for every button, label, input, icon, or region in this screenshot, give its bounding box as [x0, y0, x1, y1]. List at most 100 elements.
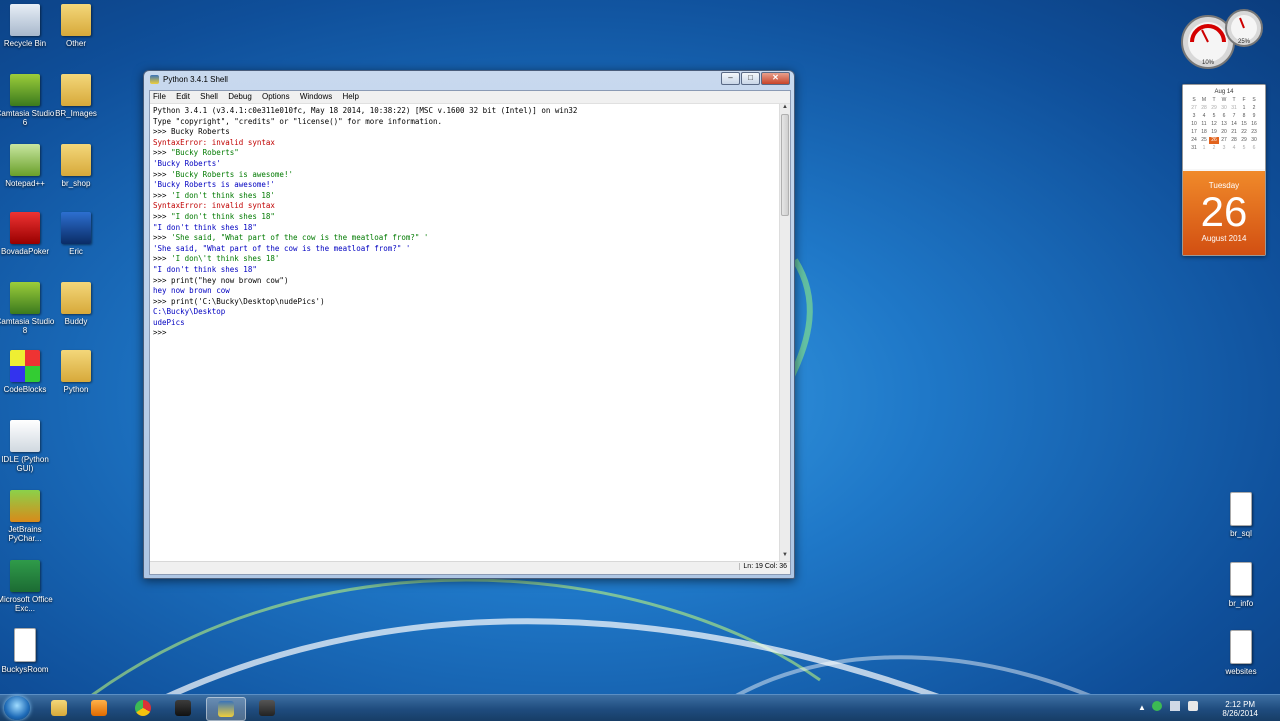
calendar-day[interactable]: 2 — [1249, 105, 1259, 112]
clock-time: 2:12 PM — [1225, 700, 1256, 709]
desktop-icon[interactable]: Eric — [46, 212, 106, 256]
network-icon[interactable] — [1170, 701, 1180, 711]
desktop-icon[interactable]: BuckysRoom — [0, 628, 55, 674]
desktop-icon[interactable]: br_shop — [46, 144, 106, 188]
shell-line: 'Bucky Roberts is awesome!' — [153, 180, 275, 190]
calendar-day[interactable]: 30 — [1219, 105, 1229, 112]
menu-help[interactable]: Help — [343, 92, 359, 101]
calendar-day[interactable]: 10 — [1189, 121, 1199, 128]
calendar-day[interactable]: 18 — [1199, 129, 1209, 136]
maximize-button[interactable]: □ — [741, 72, 760, 85]
desktop-icon[interactable]: br_sql — [1211, 492, 1271, 538]
calendar-day[interactable]: 8 — [1239, 113, 1249, 120]
shell-text-area[interactable]: Python 3.4.1 (v3.4.1:c0e311e010fc, May 1… — [150, 104, 779, 561]
calendar-today-panel[interactable]: Tuesday 26 August 2014 — [1183, 171, 1265, 255]
vertical-scrollbar[interactable]: ▲ ▼ — [779, 104, 790, 561]
calendar-day[interactable]: 25 — [1199, 137, 1209, 144]
desktop-icon[interactable]: Microsoft Office Exc... — [0, 560, 55, 613]
calendar-day[interactable]: 22 — [1239, 129, 1249, 136]
calendar-weekday: T — [1212, 97, 1216, 103]
calendar-day[interactable]: 26 — [1209, 137, 1219, 144]
desktop-icon[interactable]: websites — [1211, 630, 1271, 676]
desktop-icon-label: Buddy — [64, 317, 88, 326]
calendar-grid[interactable]: S M T W T F S 27 28 29 30 31 1 2 3 4 5 6 7 8 9 10 11 12 13 14 15 16… — [1183, 97, 1265, 152]
menu-debug[interactable]: Debug — [228, 92, 252, 101]
desktop-icon-label: Eric — [69, 247, 83, 256]
calendar-day[interactable]: 12 — [1209, 121, 1219, 128]
taskbar-idle[interactable] — [248, 697, 286, 719]
folder-icon — [61, 4, 91, 36]
desktop-icon[interactable]: Buddy — [46, 282, 106, 326]
calendar-day[interactable]: 1 — [1199, 145, 1209, 152]
desktop-icon[interactable]: Python — [46, 350, 106, 394]
start-button[interactable] — [4, 696, 30, 720]
calendar-day[interactable]: 3 — [1219, 145, 1229, 152]
calendar-day[interactable]: 7 — [1229, 113, 1239, 120]
calendar-day[interactable]: 3 — [1189, 113, 1199, 120]
shell-line: C:\Bucky\Desktop — [153, 307, 226, 317]
calendar-day[interactable]: 28 — [1199, 105, 1209, 112]
tray-app-icon[interactable] — [1152, 701, 1162, 711]
window-title: Python 3.4.1 Shell — [163, 75, 228, 84]
calendar-day[interactable]: 1 — [1239, 105, 1249, 112]
calendar-day[interactable]: 11 — [1199, 121, 1209, 128]
menu-shell[interactable]: Shell — [200, 92, 218, 101]
calendar-day[interactable]: 15 — [1239, 121, 1249, 128]
calendar-day[interactable]: 13 — [1219, 121, 1229, 128]
desktop-icon-label: br_sql — [1230, 529, 1252, 538]
media-player-icon — [91, 700, 107, 716]
calendar-day[interactable]: 21 — [1229, 129, 1239, 136]
calendar-day[interactable]: 24 — [1189, 137, 1199, 144]
volume-icon[interactable] — [1188, 701, 1198, 711]
desktop-icon[interactable]: BR_Images — [46, 74, 106, 118]
calendar-day[interactable]: 31 — [1189, 145, 1199, 152]
calendar-day[interactable]: 4 — [1229, 145, 1239, 152]
taskbar-clock[interactable]: 2:12 PM 8/26/2014 — [1222, 700, 1258, 718]
python-shell-window[interactable]: Python 3.4.1 Shell – □ ✕ File Edit Shell… — [143, 70, 795, 579]
taskbar-media-player[interactable] — [80, 697, 118, 719]
calendar-day[interactable]: 5 — [1209, 113, 1219, 120]
calendar-day[interactable]: 6 — [1219, 113, 1229, 120]
shell-client-area: File Edit Shell Debug Options Windows He… — [149, 90, 791, 575]
shell-line: >>> 'I don\'t think shes 18' — [153, 254, 280, 264]
tray-expand-icon[interactable]: ▲ — [1138, 703, 1146, 712]
calendar-day[interactable]: 17 — [1189, 129, 1199, 136]
calendar-day[interactable]: 29 — [1209, 105, 1219, 112]
calendar-day[interactable]: 27 — [1219, 137, 1229, 144]
menu-edit[interactable]: Edit — [176, 92, 190, 101]
close-button[interactable]: ✕ — [761, 72, 790, 85]
calendar-day[interactable]: 9 — [1249, 113, 1259, 120]
taskbar-explorer[interactable] — [40, 697, 78, 719]
calendar-day[interactable]: 6 — [1249, 145, 1259, 152]
calendar-day[interactable]: 5 — [1239, 145, 1249, 152]
calendar-day[interactable]: 4 — [1199, 113, 1209, 120]
cpu-meter-gadget[interactable]: 10% 25% — [1180, 8, 1266, 70]
desktop-icon[interactable]: br_info — [1211, 562, 1271, 608]
calendar-day[interactable]: 23 — [1249, 129, 1259, 136]
calendar-day[interactable]: 20 — [1219, 129, 1229, 136]
menu-windows[interactable]: Windows — [300, 92, 332, 101]
calendar-day[interactable]: 31 — [1229, 105, 1239, 112]
calendar-day[interactable]: 14 — [1229, 121, 1239, 128]
desktop-icon[interactable]: IDLE (Python GUI) — [0, 420, 55, 473]
calendar-day[interactable]: 28 — [1229, 137, 1239, 144]
taskbar-chrome[interactable] — [124, 697, 162, 719]
taskbar-python-shell[interactable] — [206, 697, 246, 721]
scrollbar-thumb[interactable] — [781, 114, 789, 216]
window-titlebar[interactable]: Python 3.4.1 Shell – □ ✕ — [144, 71, 794, 89]
calendar-day[interactable]: 29 — [1239, 137, 1249, 144]
menu-options[interactable]: Options — [262, 92, 290, 101]
calendar-day[interactable]: 30 — [1249, 137, 1259, 144]
calendar-day[interactable]: 27 — [1189, 105, 1199, 112]
taskbar-terminal[interactable] — [164, 697, 202, 719]
menu-file[interactable]: File — [153, 92, 166, 101]
calendar-gadget[interactable]: Aug 14 S M T W T F S 27 28 29 30 31 1 2 3 4 5 6 7 8 9 10 11 12 1… — [1182, 84, 1266, 256]
desktop-icon[interactable]: Other — [46, 4, 106, 48]
minimize-button[interactable]: – — [721, 72, 740, 85]
calendar-day[interactable]: 19 — [1209, 129, 1219, 136]
calendar-day[interactable]: 16 — [1249, 121, 1259, 128]
desktop-icon[interactable]: JetBrains PyChar... — [0, 490, 55, 543]
scroll-down-icon[interactable]: ▼ — [780, 552, 790, 561]
scroll-up-icon[interactable]: ▲ — [780, 104, 790, 113]
calendar-day[interactable]: 2 — [1209, 145, 1219, 152]
